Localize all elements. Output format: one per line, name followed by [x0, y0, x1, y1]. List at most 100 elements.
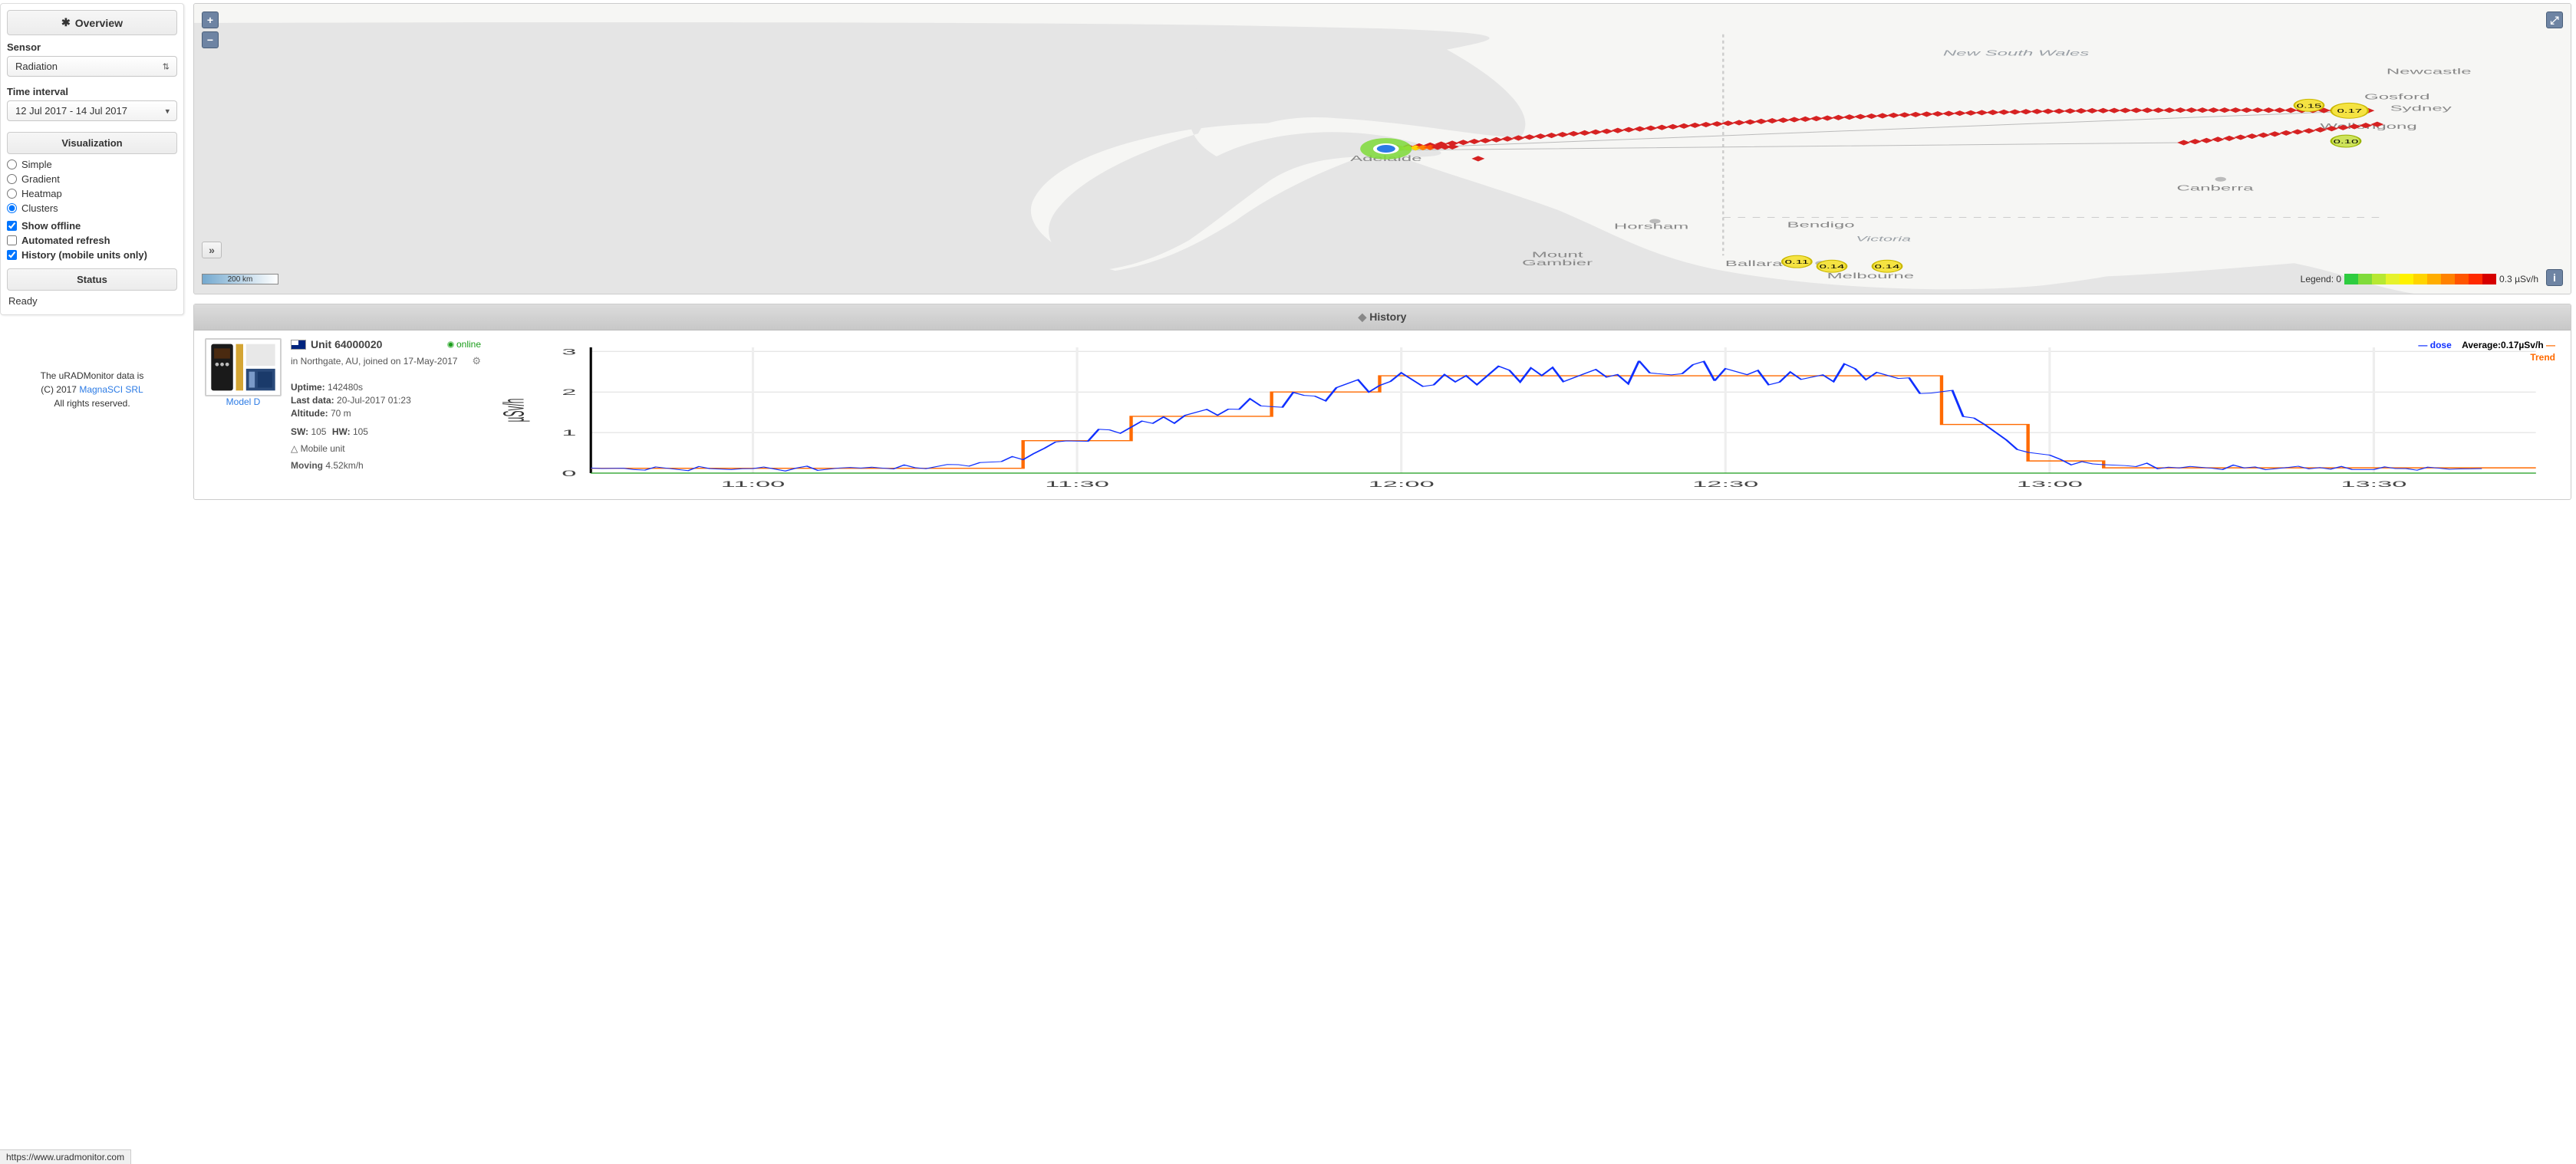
map-label-ballarat: Ballarat: [1725, 259, 1787, 268]
footer-line1: The uRADMonitor data is: [0, 369, 184, 383]
radio-gradient-input[interactable]: [7, 174, 17, 184]
radio-heatmap[interactable]: Heatmap: [7, 188, 177, 199]
fullscreen-button[interactable]: ⤢: [2546, 12, 2563, 28]
visualization-button[interactable]: Visualization: [7, 132, 177, 154]
check-auto-refresh[interactable]: Automated refresh: [7, 235, 177, 246]
svg-text:2: 2: [562, 388, 576, 397]
info-icon: i: [2553, 272, 2556, 283]
unit-model-link[interactable]: Model D: [226, 396, 261, 407]
chart-legend: — dose Average:0.17µSv/h — Trend: [2418, 340, 2555, 363]
unit-title: Unit 64000020: [311, 338, 382, 350]
status-header-label: Status: [77, 274, 107, 285]
map-label-melbourne: Melbourne: [1827, 271, 1914, 280]
radio-gradient[interactable]: Gradient: [7, 173, 177, 185]
trend-legend: Trend: [2418, 352, 2555, 364]
unit-info: Model D Unit 64000020 online in Northgat…: [205, 338, 481, 492]
uptime-value: 142480s: [328, 382, 363, 393]
marker-cluster-1[interactable]: 0.15: [2294, 99, 2324, 111]
check-show-offline[interactable]: Show offline: [7, 220, 177, 232]
zoom-out-button[interactable]: −: [202, 31, 219, 48]
status-button[interactable]: Status: [7, 268, 177, 291]
time-interval-picker[interactable]: 12 Jul 2017 - 14 Jul 2017: [7, 100, 177, 121]
map-legend: Legend: 0 0.3 µSv/h: [2301, 274, 2538, 284]
fullscreen-icon: ⤢: [2550, 15, 2558, 25]
check-auto-refresh-input[interactable]: [7, 235, 17, 245]
svg-text:0.14: 0.14: [1875, 264, 1900, 270]
time-interval-label: Time interval: [7, 86, 177, 97]
moving-label: Moving: [291, 460, 323, 471]
svg-text:12:00: 12:00: [1369, 480, 1435, 489]
marker-current[interactable]: [1360, 138, 1412, 159]
zoom-in-button[interactable]: +: [202, 12, 219, 28]
svg-text:11:00: 11:00: [721, 480, 786, 489]
map-label-sydney: Sydney: [2390, 104, 2452, 112]
radio-clusters[interactable]: Clusters: [7, 202, 177, 214]
expand-panel-button[interactable]: »: [202, 242, 222, 258]
sidebar: ✱ Overview Sensor Radiation ⇅ Time inter…: [0, 3, 184, 500]
svg-text:0.15: 0.15: [2297, 103, 2322, 109]
overview-button[interactable]: ✱ Overview: [7, 10, 177, 35]
svg-text:12:30: 12:30: [1692, 480, 1758, 489]
sensor-label: Sensor: [7, 41, 177, 53]
overview-panel: ✱ Overview Sensor Radiation ⇅ Time inter…: [0, 3, 184, 315]
online-dot-icon: [447, 341, 454, 348]
svg-text:11:30: 11:30: [1045, 480, 1109, 489]
map-label-horsham: Horsham: [1614, 222, 1688, 230]
diamond-icon: ◆: [1359, 311, 1367, 323]
check-show-offline-label: Show offline: [21, 220, 81, 232]
check-history-label: History (mobile units only): [21, 249, 147, 261]
radio-gradient-label: Gradient: [21, 173, 60, 185]
gear-icon[interactable]: ⚙: [472, 355, 481, 367]
svg-text:0.11: 0.11: [1785, 259, 1809, 265]
check-history[interactable]: History (mobile units only): [7, 249, 177, 261]
moving-value: 4.52km/h: [325, 460, 363, 471]
radio-clusters-label: Clusters: [21, 202, 58, 214]
svg-text:13:30: 13:30: [2340, 480, 2406, 489]
legend-gradient: [2344, 274, 2496, 284]
altitude-value: 70 m: [331, 408, 351, 419]
unit-thumbnail: [205, 338, 282, 396]
svg-text:0.14: 0.14: [1820, 264, 1845, 270]
radio-simple-input[interactable]: [7, 159, 17, 169]
footer-link[interactable]: MagnaSCI SRL: [79, 384, 143, 395]
sw-label: SW:: [291, 426, 308, 437]
footer-credit: The uRADMonitor data is (C) 2017 MagnaSC…: [0, 369, 184, 410]
history-panel: ◆ History: [193, 304, 2571, 500]
marker-cluster-5[interactable]: 0.14: [1817, 260, 1846, 272]
unit-status: online: [447, 339, 481, 350]
svg-text:1: 1: [562, 429, 576, 438]
sw-value: 105: [311, 426, 326, 437]
footer-copyright: (C) 2017: [41, 384, 79, 395]
flag-au-icon: [291, 340, 306, 350]
overview-label: Overview: [75, 17, 123, 29]
footer-line3: All rights reserved.: [0, 396, 184, 410]
sensor-select[interactable]: Radiation: [7, 56, 177, 77]
svg-text:3: 3: [562, 347, 576, 357]
map-label-gosford: Gosford: [2364, 92, 2429, 100]
status-value: Ready: [8, 295, 176, 307]
map-scale: 200 km: [202, 274, 278, 284]
altitude-label: Altitude:: [291, 408, 328, 419]
marker-cluster-3[interactable]: 0.10: [2331, 135, 2360, 147]
map[interactable]: New South Wales Newcastle Gosford Sydney…: [193, 3, 2571, 294]
check-show-offline-input[interactable]: [7, 221, 17, 231]
marker-cluster-4[interactable]: 0.11: [1782, 255, 1811, 268]
history-header: ◆ History: [194, 304, 2571, 330]
radio-heatmap-input[interactable]: [7, 189, 17, 199]
marker-cluster-2[interactable]: 0.17: [2331, 103, 2368, 118]
map-scale-label: 200 km: [228, 275, 253, 284]
map-label-canberra: Canberra: [2176, 184, 2254, 192]
check-history-input[interactable]: [7, 250, 17, 260]
unit-location: in Northgate, AU, joined on 17-May-2017: [291, 356, 457, 367]
radio-simple-label: Simple: [21, 159, 52, 170]
map-canvas[interactable]: New South Wales Newcastle Gosford Sydney…: [194, 4, 2571, 294]
marker-cluster-6[interactable]: 0.14: [1873, 260, 1902, 272]
avg-legend: Average:0.17µSv/h: [2462, 340, 2544, 350]
radio-clusters-input[interactable]: [7, 203, 17, 213]
radio-heatmap-label: Heatmap: [21, 188, 62, 199]
radio-simple[interactable]: Simple: [7, 159, 177, 170]
time-interval-value: 12 Jul 2017 - 14 Jul 2017: [15, 105, 127, 117]
hw-value: 105: [353, 426, 368, 437]
status-bar-url: https://www.uradmonitor.com: [0, 1149, 131, 1164]
info-button[interactable]: i: [2546, 269, 2563, 286]
